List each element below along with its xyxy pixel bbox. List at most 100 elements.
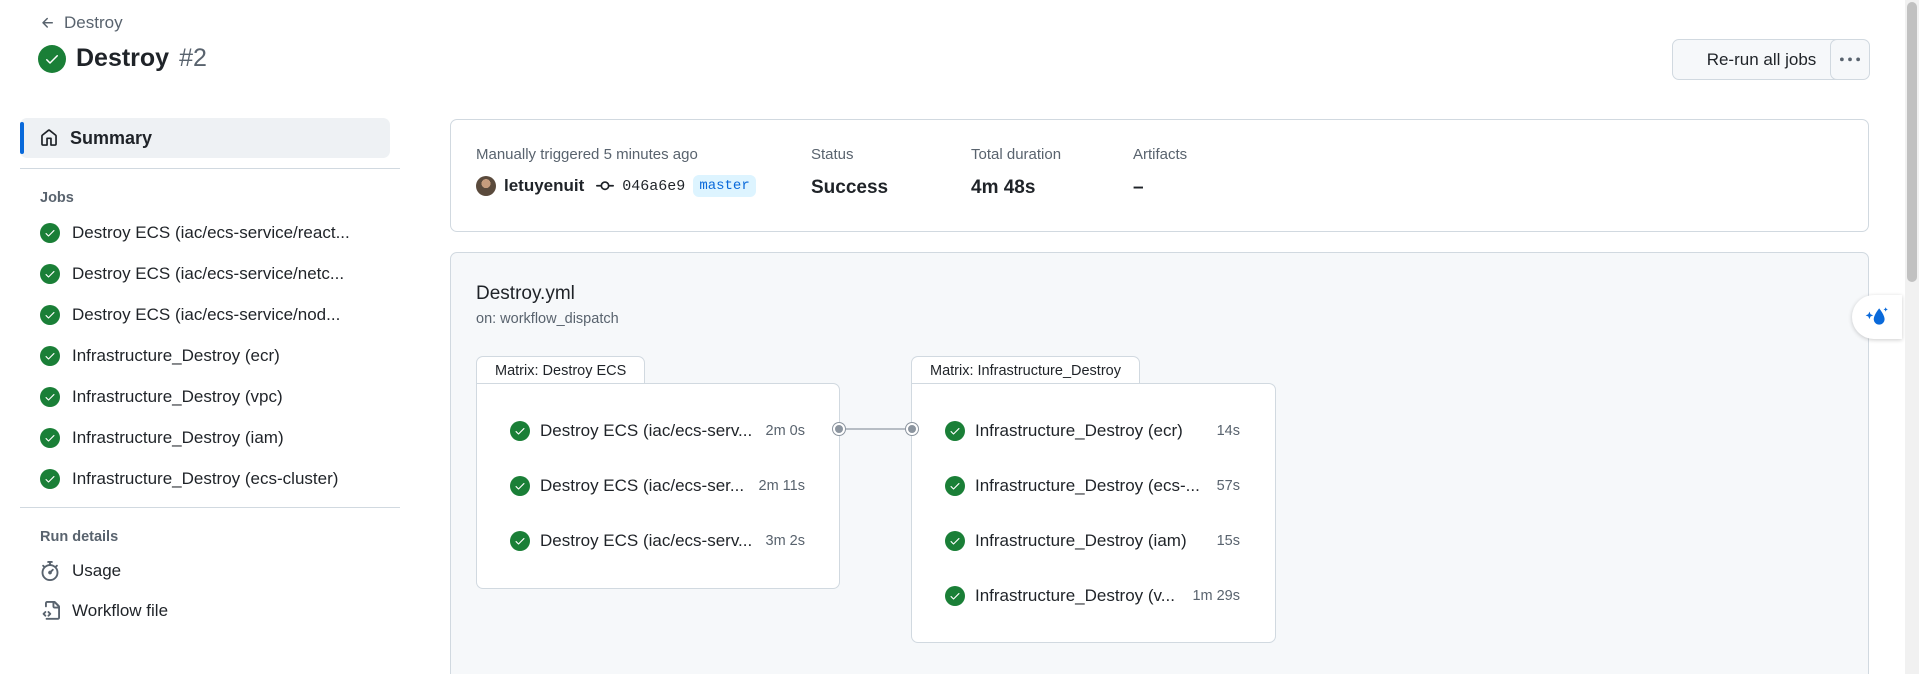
artifacts-label: Artifacts [1133,146,1188,163]
sidebar-job-item[interactable]: Destroy ECS (iac/ecs-service/react... [20,212,400,253]
graph-connector-dot [833,423,845,435]
check-circle-icon [40,386,60,407]
sidebar-job-label: Destroy ECS (iac/ecs-service/netc... [72,263,345,283]
sidebar-job-item[interactable]: Infrastructure_Destroy (ecr) [20,335,400,376]
back-link[interactable]: Destroy [40,13,123,33]
graph-connector-line [840,428,912,430]
sidebar-item-usage-label: Usage [72,561,122,580]
kebab-horizontal-icon [1840,57,1860,61]
graph-job-name: Destroy ECS (iac/ecs-ser... [540,476,745,495]
rerun-all-jobs-button[interactable]: Re-run all jobs [1672,39,1851,80]
sidebar-job-label: Infrastructure_Destroy (ecs-cluster) [72,468,339,488]
back-link-label: Destroy [64,13,123,32]
sidebar-job-item[interactable]: Infrastructure_Destroy (iam) [20,417,400,458]
file-code-icon [42,601,60,620]
check-circle-icon [945,586,965,606]
matrix-title[interactable]: Matrix: Infrastructure_Destroy [911,356,1140,384]
stopwatch-icon [41,561,59,581]
check-circle-icon [40,345,60,366]
trigger-column: Manually triggered 5 minutes ago letuyen… [476,146,756,197]
artifacts-value: – [1133,177,1144,198]
matrix-job-list: Destroy ECS (iac/ecs-serv... 2m 0s Destr… [476,383,840,589]
sidebar-job-item[interactable]: Infrastructure_Destroy (vpc) [20,376,400,417]
home-icon [41,129,57,146]
sidebar-job-label: Destroy ECS (iac/ecs-service/react... [72,222,350,242]
graph-connector-dot [906,423,918,435]
graph-job-duration: 2m 11s [758,478,805,494]
matrix-title[interactable]: Matrix: Destroy ECS [476,356,646,384]
sidebar-job-label: Infrastructure_Destroy (iam) [72,427,284,447]
graph-job-name: Infrastructure_Destroy (ecr) [975,421,1183,440]
sidebar-job-label: Infrastructure_Destroy (vpc) [72,386,283,406]
status-column: Status Success [811,146,888,199]
check-circle-icon [40,263,60,284]
copilot-button[interactable] [1852,295,1902,339]
matrix-infrastructure-destroy: Matrix: Infrastructure_Destroy Infrastru… [911,356,1276,643]
graph-job-item[interactable]: Infrastructure_Destroy (ecr) [945,421,1183,441]
graph-job-name: Infrastructure_Destroy (v... [975,586,1175,605]
sidebar-item-summary[interactable]: Summary [20,118,390,158]
arrow-left-icon [42,17,53,28]
graph-job-name: Destroy ECS (iac/ecs-serv... [540,421,753,440]
graph-job-duration: 14s [1216,423,1240,439]
git-commit-icon [596,181,615,191]
sidebar-item-usage[interactable]: Usage [20,551,400,591]
run-summary-card: Manually triggered 5 minutes ago letuyen… [450,119,1869,232]
graph-job-duration: 3m 2s [765,533,806,549]
check-circle-icon [945,421,965,441]
workflow-file-name[interactable]: Destroy.yml [476,283,575,305]
graph-job-duration: 57s [1216,478,1240,494]
sidebar-item-summary-label: Summary [70,127,153,148]
jobs-section-title: Jobs [40,190,74,206]
graph-job-name: Infrastructure_Destroy (ecs-... [975,476,1200,495]
copilot-icon [1865,307,1888,325]
graph-job-duration: 1m 29s [1192,588,1240,604]
sidebar-item-workflow-file[interactable]: Workflow file [20,591,400,631]
graph-job-duration: 15s [1216,533,1240,549]
sidebar-divider [20,168,400,169]
graph-job-item[interactable]: Destroy ECS (iac/ecs-ser... [510,476,744,496]
duration-value: 4m 48s [971,177,1036,198]
duration-label: Total duration [971,146,1062,163]
matrix-destroy-ecs: Matrix: Destroy ECS Destroy ECS (iac/ecs… [476,356,840,589]
graph-job-item[interactable]: Infrastructure_Destroy (ecs-... [945,476,1200,496]
sidebar-job-item[interactable]: Destroy ECS (iac/ecs-service/netc... [20,253,400,294]
check-circle-icon [510,421,530,441]
status-label: Status [811,146,854,163]
run-number: #2 [179,44,207,72]
sidebar-job-label: Destroy ECS (iac/ecs-service/nod... [72,304,341,324]
graph-job-item[interactable]: Destroy ECS (iac/ecs-serv... [510,421,752,441]
matrix-job-list: Infrastructure_Destroy (ecr) 14s Infrast… [911,383,1276,643]
graph-job-item[interactable]: Destroy ECS (iac/ecs-serv... [510,531,752,551]
check-circle-icon [945,531,965,551]
check-circle-icon [38,44,66,73]
workflow-trigger: on: workflow_dispatch [476,311,619,327]
graph-job-name: Infrastructure_Destroy (iam) [975,531,1187,550]
page-title: Destroy #2 [38,44,207,73]
avatar[interactable] [476,176,496,196]
sidebar-divider [20,507,400,508]
commit-sha-link[interactable]: 046a6e9 [622,178,685,195]
more-options-button[interactable] [1830,39,1870,80]
trigger-text: Manually triggered 5 minutes ago [476,146,698,163]
check-circle-icon [945,476,965,496]
sidebar-job-item[interactable]: Destroy ECS (iac/ecs-service/nod... [20,294,400,335]
graph-job-name: Destroy ECS (iac/ecs-serv... [540,531,753,550]
check-circle-icon [510,476,530,496]
check-circle-icon [40,222,60,243]
scrollbar-thumb[interactable] [1907,2,1917,282]
check-circle-icon [40,427,60,448]
artifacts-column: Artifacts – [1133,146,1187,199]
run-details-section-title: Run details [40,529,119,545]
check-circle-icon [40,468,60,489]
branch-label[interactable]: master [693,175,756,197]
status-value: Success [811,177,889,198]
sidebar: Summary Jobs Destroy ECS (iac/ecs-servic… [20,118,400,631]
graph-job-item[interactable]: Infrastructure_Destroy (v... [945,586,1175,606]
actor-name[interactable]: letuyenuit [504,176,584,196]
graph-job-item[interactable]: Infrastructure_Destroy (iam) [945,531,1187,551]
graph-job-duration: 2m 0s [765,423,806,439]
check-circle-icon [510,531,530,551]
check-circle-icon [40,304,60,325]
sidebar-job-item[interactable]: Infrastructure_Destroy (ecs-cluster) [20,458,400,499]
